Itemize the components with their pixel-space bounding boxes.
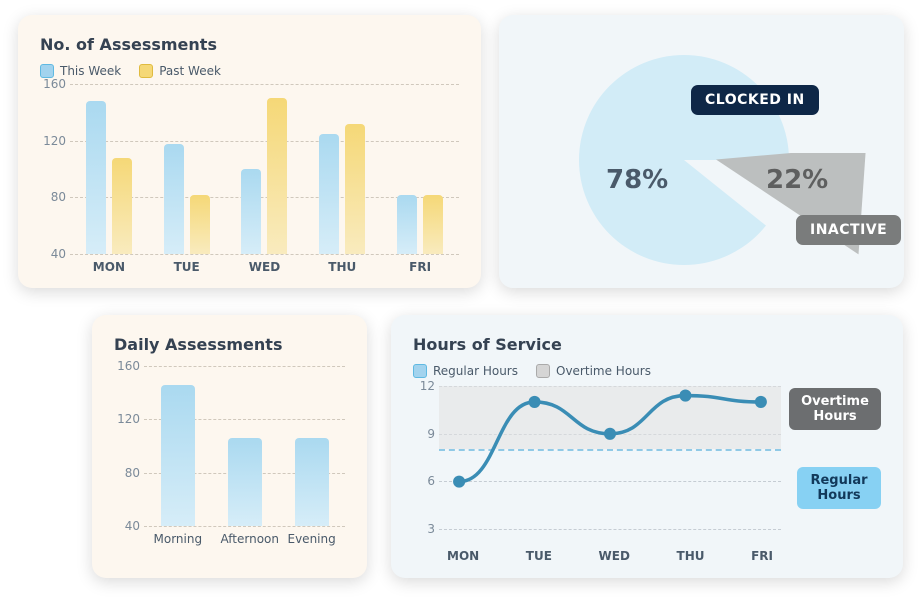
y-tick: 3 [413, 522, 435, 536]
data-point [755, 396, 767, 408]
daily-title: Daily Assessments [114, 335, 345, 354]
swatch-icon [40, 64, 54, 78]
hours-legend: Regular Hours Overtime Hours [413, 364, 881, 378]
bar-past-week [190, 195, 210, 255]
x-label: MON [81, 260, 137, 274]
x-label: TUE [159, 260, 215, 274]
data-point [679, 390, 691, 402]
pct-inactive: 22% [766, 165, 828, 195]
y-tick: 80 [40, 190, 66, 204]
data-point [529, 396, 541, 408]
bar-this-week [86, 101, 106, 254]
x-label: Evening [288, 532, 336, 546]
assessments-chart: 1601208040MONTUEWEDTHUFRI [70, 84, 459, 254]
y-tick: 40 [40, 247, 66, 261]
y-tick: 120 [114, 412, 140, 426]
bar-group: WED [236, 98, 292, 254]
bar-group: Evening [288, 438, 336, 526]
assessments-title: No. of Assessments [40, 35, 459, 54]
y-tick: 160 [40, 77, 66, 91]
x-label: Afternoon [221, 532, 269, 546]
legend-regular: Regular Hours [413, 364, 518, 378]
bar-past-week [423, 195, 443, 255]
legend-overtime: Overtime Hours [536, 364, 651, 378]
x-label: FRI [392, 260, 448, 274]
x-label: WED [236, 260, 292, 274]
bar-daily [228, 438, 262, 526]
legend-this-week: This Week [40, 64, 121, 78]
data-point [453, 476, 465, 488]
data-point [604, 428, 616, 440]
daily-chart: 1601208040MorningAfternoonEvening [144, 366, 345, 526]
bar-past-week [267, 98, 287, 254]
swatch-icon [413, 364, 427, 378]
bar-this-week [164, 144, 184, 255]
bar-group: TUE [159, 144, 215, 255]
legend-past-week: Past Week [139, 64, 221, 78]
regular-badge: Regular Hours [797, 467, 881, 509]
pie-card: CLOCKED IN INACTIVE 78% 22% [499, 15, 904, 288]
y-tick: 40 [114, 519, 140, 533]
y-tick: 160 [114, 359, 140, 373]
y-tick: 120 [40, 134, 66, 148]
pct-clocked-in: 78% [606, 165, 668, 195]
bar-group: MON [81, 101, 137, 254]
y-tick: 12 [413, 379, 435, 393]
inactive-badge: INACTIVE [796, 215, 901, 245]
pie-chart: CLOCKED IN INACTIVE 78% 22% [521, 35, 882, 268]
hours-chart: 12963MONTUEWEDTHUFRIOvertime HoursRegula… [439, 386, 781, 541]
x-label: FRI [751, 549, 773, 563]
clocked-in-badge: CLOCKED IN [691, 85, 819, 115]
bar-group: THU [314, 124, 370, 254]
hours-title: Hours of Service [413, 335, 881, 354]
y-tick: 80 [114, 466, 140, 480]
assessments-card: No. of Assessments This Week Past Week 1… [18, 15, 481, 288]
x-label: WED [599, 549, 630, 563]
x-label: THU [314, 260, 370, 274]
y-tick: 6 [413, 474, 435, 488]
hours-card: Hours of Service Regular Hours Overtime … [391, 315, 903, 578]
bar-past-week [112, 158, 132, 254]
bar-daily [295, 438, 329, 526]
x-label: THU [677, 549, 705, 563]
x-label: Morning [154, 532, 202, 546]
bar-daily [161, 385, 195, 526]
assessments-legend: This Week Past Week [40, 64, 459, 78]
bar-past-week [345, 124, 365, 254]
daily-card: Daily Assessments 160 120 80 40 Morning After… [92, 315, 367, 578]
swatch-icon [536, 364, 550, 378]
x-label: TUE [526, 549, 552, 563]
bar-this-week [397, 195, 417, 255]
bar-this-week [319, 134, 339, 254]
bar-this-week [241, 169, 261, 254]
line-svg [439, 386, 781, 542]
bar-group: FRI [392, 195, 448, 255]
bar-group: Afternoon [221, 438, 269, 526]
y-tick: 9 [413, 427, 435, 441]
overtime-badge: Overtime Hours [789, 388, 881, 430]
x-label: MON [447, 549, 479, 563]
swatch-icon [139, 64, 153, 78]
bar-group: Morning [154, 385, 202, 526]
